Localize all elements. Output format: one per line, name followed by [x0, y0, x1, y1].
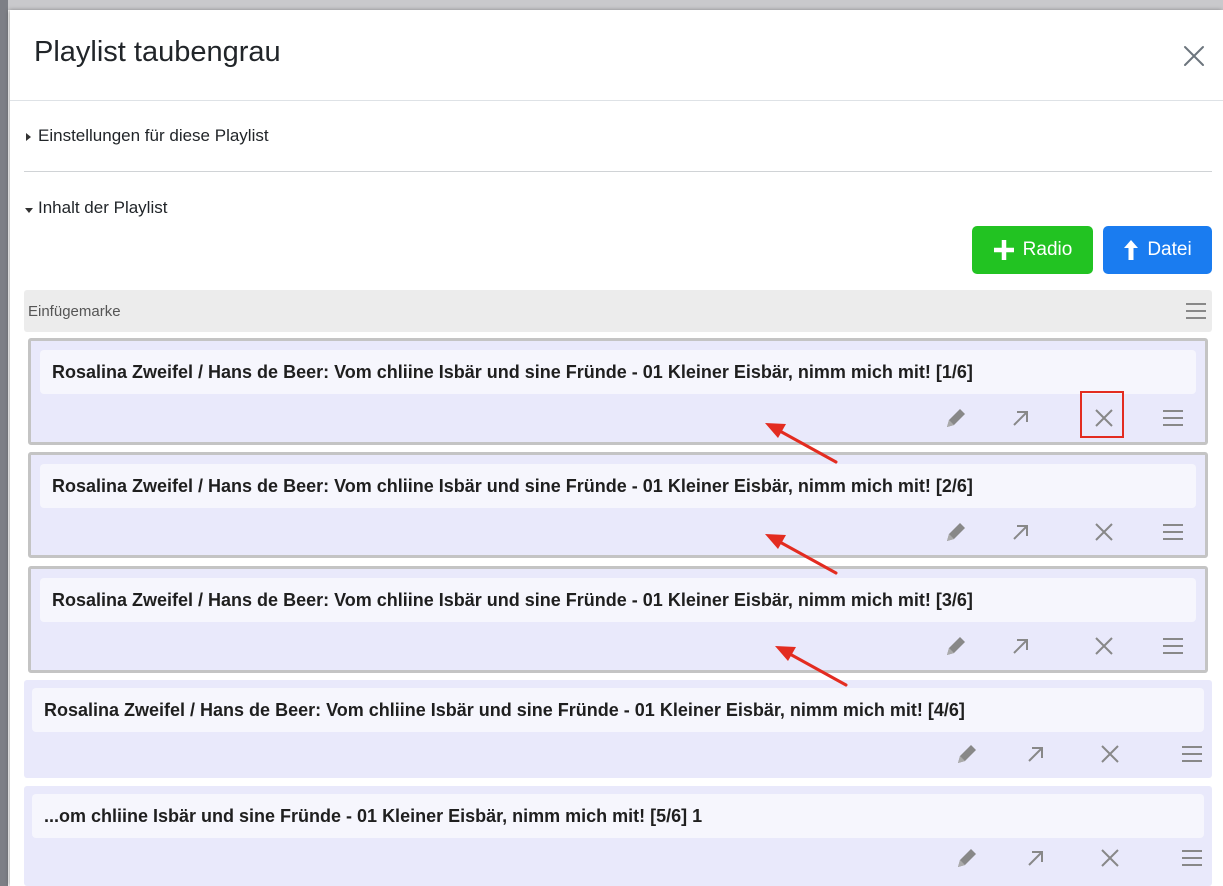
close-icon [1184, 46, 1204, 66]
arrow-up-right-icon [1013, 411, 1028, 426]
playlist-item[interactable]: ...om chliine Isbär und sine Fründe - 01… [24, 786, 1212, 886]
dialog-header: Playlist taubengrau [10, 10, 1223, 101]
dialog-title: Playlist taubengrau [34, 36, 281, 68]
caret-right-icon [24, 127, 34, 147]
playlist-item-title: ...om chliine Isbär und sine Fründe - 01… [32, 794, 1204, 838]
x-icon [1101, 745, 1119, 763]
drag-handle-icon[interactable] [1161, 636, 1185, 656]
backdrop-edge [0, 0, 8, 886]
x-icon [1095, 637, 1113, 655]
move-button[interactable] [1005, 516, 1037, 548]
pencil-icon [947, 409, 965, 427]
x-icon [1101, 849, 1119, 867]
remove-button[interactable] [1088, 402, 1120, 434]
pencil-icon [958, 745, 976, 763]
playlist-item[interactable]: Rosalina Zweifel / Hans de Beer: Vom chl… [28, 452, 1208, 558]
pencil-icon [947, 523, 965, 541]
upload-file-label: Datei [1147, 239, 1192, 260]
upload-file-button[interactable]: Datei [1103, 226, 1212, 274]
playlist-item-title: Rosalina Zweifel / Hans de Beer: Vom chl… [32, 688, 1204, 732]
caret-down-icon [24, 199, 34, 219]
x-icon [1095, 409, 1113, 427]
content-section-toggle[interactable]: Inhalt der Playlist [24, 198, 167, 219]
content-section-label: Inhalt der Playlist [38, 198, 168, 217]
playlist-item[interactable]: Rosalina Zweifel / Hans de Beer: Vom chl… [28, 566, 1208, 673]
arrow-up-right-icon [1013, 525, 1028, 540]
pencil-icon [947, 637, 965, 655]
drag-handle-icon[interactable] [1180, 848, 1204, 868]
backdrop [0, 0, 1223, 10]
playlist-item-title: Rosalina Zweifel / Hans de Beer: Vom chl… [40, 464, 1196, 508]
insert-marker-label: Einfügemarke [28, 303, 121, 320]
settings-section-label: Einstellungen für diese Playlist [38, 126, 269, 145]
close-button[interactable] [1178, 40, 1210, 72]
playlist-item[interactable]: Rosalina Zweifel / Hans de Beer: Vom chl… [28, 338, 1208, 445]
playlist-item-title: Rosalina Zweifel / Hans de Beer: Vom chl… [40, 578, 1196, 622]
edit-button[interactable] [950, 842, 982, 874]
pencil-icon [958, 849, 976, 867]
drag-handle-icon[interactable] [1180, 744, 1204, 764]
arrow-up-right-icon [1028, 747, 1043, 762]
section-divider [24, 171, 1212, 172]
move-button[interactable] [1005, 402, 1037, 434]
drag-handle-icon[interactable] [1161, 408, 1185, 428]
x-icon [1095, 523, 1113, 541]
settings-section-toggle[interactable]: Einstellungen für diese Playlist [24, 126, 269, 147]
drag-handle-icon[interactable] [1161, 522, 1185, 542]
arrow-up-right-icon [1013, 639, 1028, 654]
move-button[interactable] [1020, 738, 1052, 770]
arrow-up-icon [1123, 239, 1139, 261]
arrow-up-right-icon [1028, 851, 1043, 866]
playlist-dialog: Playlist taubengrau Einstellungen für di… [10, 10, 1223, 886]
remove-button[interactable] [1088, 516, 1120, 548]
remove-button[interactable] [1094, 842, 1126, 874]
plus-icon [993, 239, 1015, 261]
playlist-item-title: Rosalina Zweifel / Hans de Beer: Vom chl… [40, 350, 1196, 394]
edit-button[interactable] [950, 738, 982, 770]
move-button[interactable] [1005, 630, 1037, 662]
edit-button[interactable] [939, 516, 971, 548]
move-button[interactable] [1020, 842, 1052, 874]
drag-handle-icon[interactable] [1184, 301, 1208, 321]
remove-button[interactable] [1088, 630, 1120, 662]
playlist-item[interactable]: Rosalina Zweifel / Hans de Beer: Vom chl… [24, 680, 1212, 778]
edit-button[interactable] [939, 630, 971, 662]
remove-button[interactable] [1094, 738, 1126, 770]
insert-marker[interactable]: Einfügemarke [24, 290, 1212, 332]
add-radio-label: Radio [1022, 239, 1073, 260]
edit-button[interactable] [939, 402, 971, 434]
add-radio-button[interactable]: Radio [972, 226, 1093, 274]
